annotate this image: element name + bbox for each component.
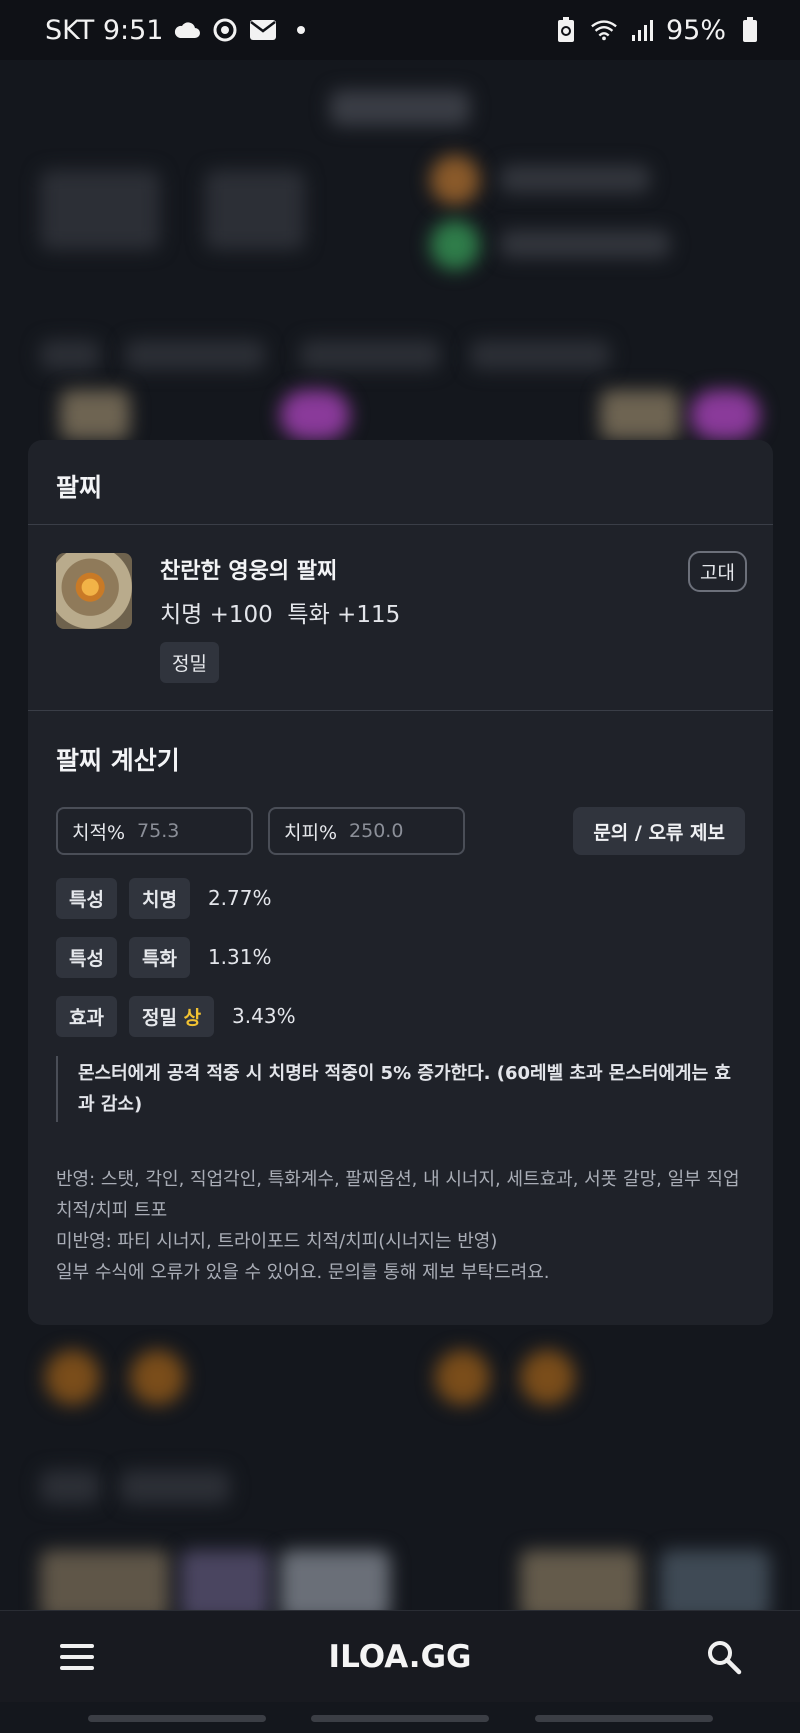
calculator-notes: 반영: 스탯, 각인, 직업각인, 특화계수, 팔찌옵션, 내 시너지, 세트효… [56,1164,745,1288]
carrier-time: SKT 9:51 [45,14,164,46]
result-value: 3.43% [232,1004,296,1028]
site-logo[interactable]: ILOA.GG [329,1639,472,1675]
disclaimer-note: 일부 수식에 오류가 있을 수 있어요. 문의를 통해 제보 부탁드려요. [56,1262,550,1283]
result-row: 효과 정밀 상 3.43% [56,995,745,1037]
bracelet-image [56,553,132,629]
not-reflected-note: 미반영: 파티 시너지, 트라이포드 치적/치피(시너지는 반영) [56,1231,498,1252]
item-name: 찬란한 영웅의 팔찌 [160,559,338,584]
result-type-chip: 특성 [56,936,117,978]
nav-bar-handle [311,1715,489,1722]
bottom-app-bar: ILOA.GG [0,1610,800,1702]
effect-description: 몬스터에게 공격 적중 시 치명타 적중이 5% 증가한다. (60레벨 초과 … [56,1056,746,1122]
wifi-icon [590,16,618,44]
result-type-chip: 특성 [56,877,117,919]
search-icon[interactable] [706,1639,742,1675]
bracelet-calculator: 팔찌 계산기 치적% 치피% 문의 / 오류 제보 특성 치명 2.77% 특성… [28,711,773,1288]
grade-badge: 고대 [688,551,747,592]
crit-damage-label: 치피% [284,821,338,844]
result-name-chip: 특화 [128,936,190,978]
result-name-chip: 정밀 상 [128,995,215,1037]
nav-bar-handle [535,1715,713,1722]
item-effect-tag: 정밀 [160,642,219,683]
result-row: 특성 특화 1.31% [56,936,745,978]
modal-title: 팔찌 [56,473,103,502]
crit-rate-field[interactable]: 치적% [56,807,253,855]
report-button[interactable]: 문의 / 오류 제보 [573,807,745,855]
result-name-text: 정밀 [141,1006,177,1029]
status-bar: SKT 9:51 95% [0,0,800,60]
menu-icon[interactable] [60,1643,94,1670]
result-value: 2.77% [207,886,272,910]
result-value: 1.31% [207,945,272,969]
cloud-icon [173,16,201,44]
result-row: 특성 치명 2.77% [56,877,745,919]
calculator-inputs: 치적% 치피% 문의 / 오류 제보 [56,807,745,855]
battery-saver-icon [552,16,580,44]
result-grade-text: 상 [183,1006,202,1029]
crit-damage-input[interactable] [349,820,440,842]
crit-damage-field[interactable]: 치피% [268,807,465,855]
result-type-chip: 효과 [56,995,117,1037]
battery-level: 95% [665,14,726,46]
bracelet-modal: 팔찌 찬란한 영웅의 팔찌 치명 +100 특화 +115 정밀 고대 팔찌 계… [28,440,773,1325]
crit-rate-input[interactable] [137,820,228,842]
nav-bar-handle [88,1715,266,1722]
reflected-note: 반영: 스탯, 각인, 직업각인, 특화계수, 팔찌옵션, 내 시너지, 세트효… [56,1169,740,1221]
sync-icon [211,16,239,44]
crit-rate-label: 치적% [72,821,126,844]
mail-icon [249,16,277,44]
notification-dot-icon [287,16,315,44]
signal-icon [628,16,656,44]
battery-icon [736,16,764,44]
item-stats: 치명 +100 특화 +115 [160,602,401,628]
result-name-chip: 치명 [128,877,190,919]
calculator-title: 팔찌 계산기 [56,746,180,775]
